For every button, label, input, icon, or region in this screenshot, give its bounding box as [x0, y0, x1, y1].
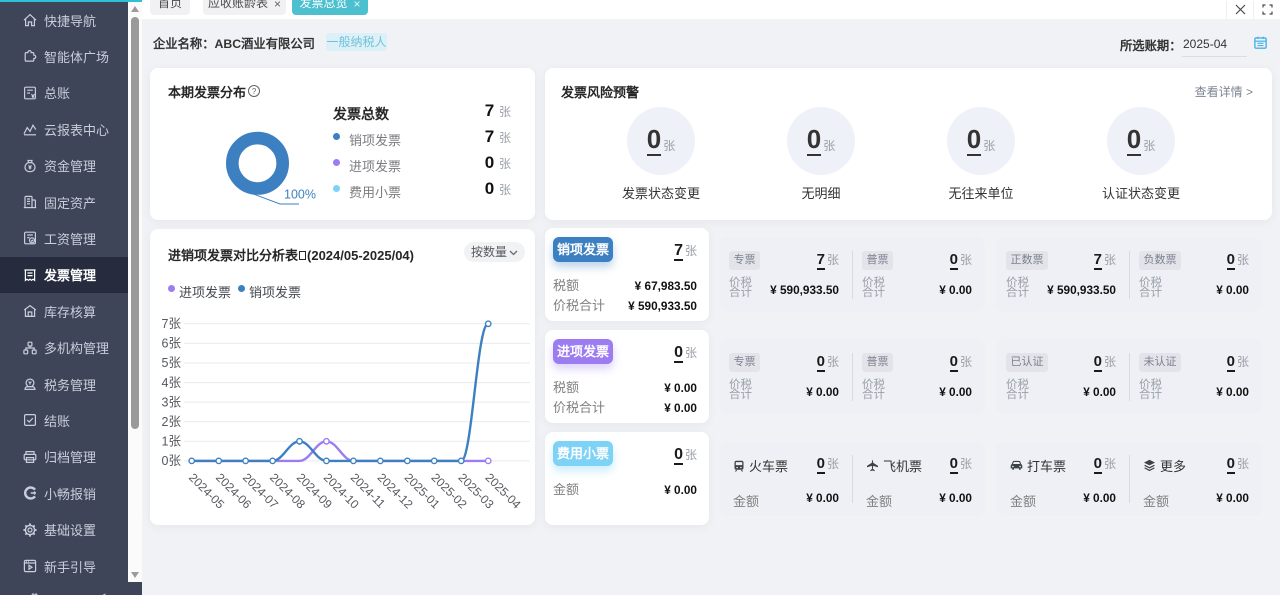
svg-text:0张: 0张: [162, 453, 182, 468]
svg-text:100%: 100%: [284, 188, 316, 202]
svg-text:3张: 3张: [162, 394, 182, 409]
svg-text:6张: 6张: [162, 336, 182, 351]
svg-text:7张: 7张: [162, 316, 182, 331]
svg-text:1张: 1张: [162, 434, 182, 449]
svg-text:4张: 4张: [162, 375, 182, 390]
svg-text:5张: 5张: [162, 355, 182, 370]
svg-text:2张: 2张: [162, 414, 182, 429]
